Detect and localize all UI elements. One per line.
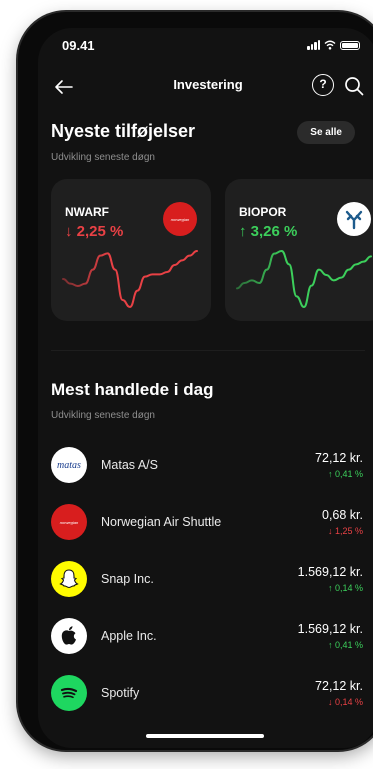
top-nav: Investering ? [38, 73, 373, 101]
snapchat-ghost-icon [51, 561, 87, 597]
wifi-icon [324, 40, 336, 50]
stock-change: ↓ 1,25 % [327, 526, 363, 536]
search-icon[interactable] [342, 74, 366, 98]
app-screen: 09.41 Investering ? Nyeste tilføjelser U… [38, 28, 373, 748]
stock-price: 72,12 kr. [315, 451, 363, 465]
list-item[interactable]: matas Matas A/S 72,12 kr. ↑ 0,41 % [51, 445, 366, 485]
status-time: 09.41 [62, 38, 95, 53]
list-item[interactable]: Spotify 72,12 kr. ↓ 0,14 % [51, 673, 366, 713]
card-change: ↑ 3,26 % [239, 223, 298, 240]
list-item[interactable]: Snap Inc. 1.569,12 kr. ↑ 0,14 % [51, 559, 366, 599]
sparkline-chart [62, 250, 198, 309]
stock-name: Spotify [101, 686, 140, 700]
card-change: ↓ 2,25 % [65, 223, 124, 240]
list-item[interactable]: Apple Inc. 1.569,12 kr. ↑ 0,41 % [51, 616, 366, 656]
logo-text: norwegian [59, 519, 79, 525]
stock-name: Matas A/S [101, 458, 158, 472]
biopor-logo-icon [337, 202, 371, 236]
stock-change: ↑ 0,41 % [327, 640, 363, 650]
stock-price: 1.569,12 kr. [297, 565, 363, 579]
section-title-most-traded: Mest handlede i dag [51, 380, 214, 399]
see-all-button[interactable]: Se alle [297, 121, 355, 144]
stock-price: 0,68 kr. [322, 508, 363, 522]
section-subtitle-most-traded: Udvikling seneste døgn [51, 410, 155, 421]
card-ticker: NWARF [65, 205, 109, 219]
section-divider [51, 350, 365, 351]
logo-text: matas [57, 459, 81, 471]
status-icons [307, 40, 360, 50]
list-item[interactable]: norwegian Norwegian Air Shuttle 0,68 kr.… [51, 502, 366, 542]
battery-icon [340, 40, 360, 50]
norwegian-logo-icon: norwegian [51, 504, 87, 540]
stock-change: ↑ 0,14 % [327, 583, 363, 593]
logo-text: norwegian [170, 216, 190, 222]
stock-name: Snap Inc. [101, 572, 154, 586]
stock-name: Norwegian Air Shuttle [101, 515, 222, 529]
stock-change: ↑ 0,41 % [327, 469, 363, 479]
stock-card[interactable]: BIOPOR ↑ 3,26 % [225, 179, 373, 321]
card-ticker: BIOPOR [239, 205, 287, 219]
norwegian-logo-icon: norwegian [163, 202, 197, 236]
spotify-logo-icon [51, 675, 87, 711]
signal-icon [307, 40, 320, 50]
status-bar: 09.41 [62, 38, 360, 56]
help-icon[interactable]: ? [312, 74, 334, 96]
apple-logo-icon [51, 618, 87, 654]
y-antibody-icon [345, 210, 363, 230]
sparkline-line [236, 249, 372, 309]
sparkline-chart [236, 249, 372, 309]
section-title-newest: Nyeste tilføjelser [51, 121, 196, 141]
section-subtitle-newest: Udvikling seneste døgn [51, 152, 155, 163]
stock-price: 72,12 kr. [315, 679, 363, 693]
stock-price: 1.569,12 kr. [297, 622, 363, 636]
matas-logo-icon: matas [51, 447, 87, 483]
stock-name: Apple Inc. [101, 629, 157, 643]
home-indicator[interactable] [146, 734, 264, 738]
sparkline-line [62, 250, 198, 309]
stock-change: ↓ 0,14 % [327, 697, 363, 707]
stock-card[interactable]: NWARF ↓ 2,25 % norwegian [51, 179, 211, 321]
